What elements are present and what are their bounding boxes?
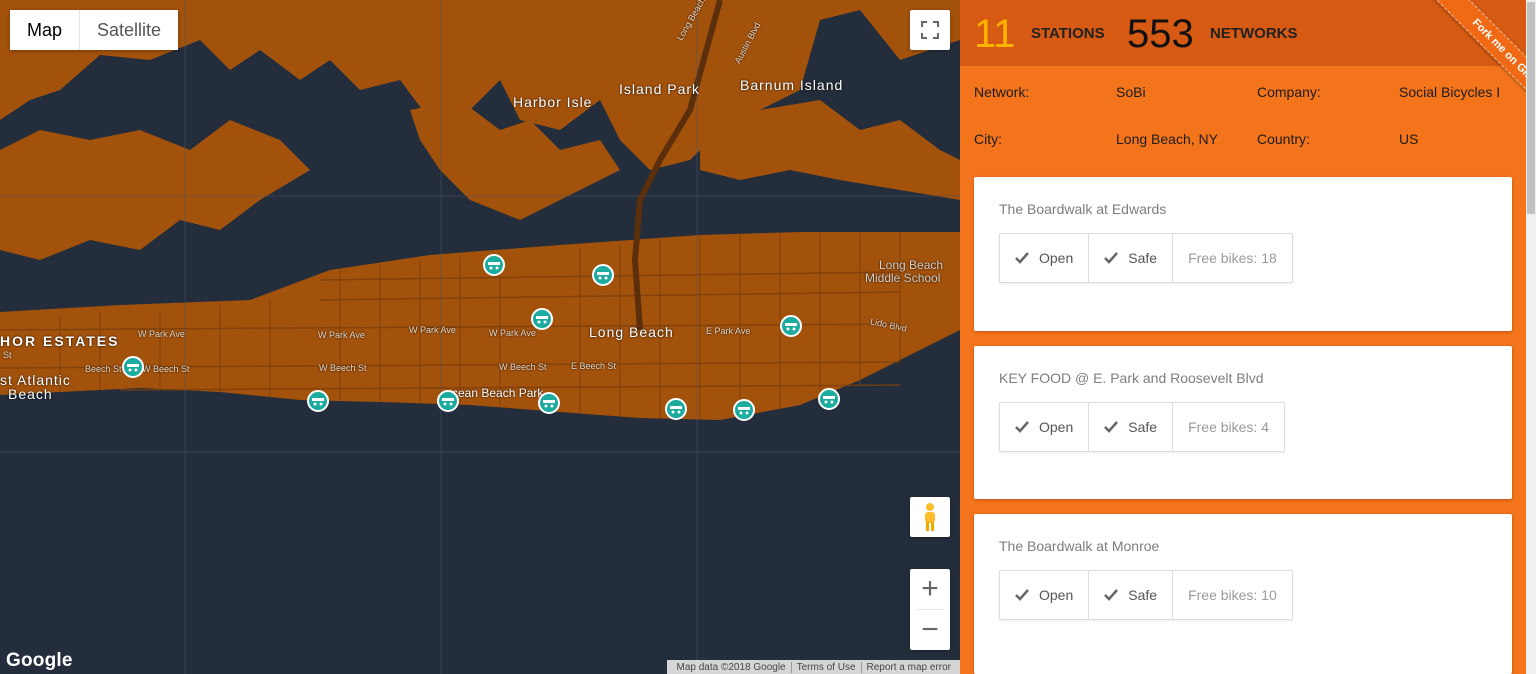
open-label: Open: [1039, 419, 1074, 435]
bike-station-icon[interactable]: [538, 392, 560, 414]
map-attribution: Map data ©2018 Google Terms of Use Repor…: [667, 660, 960, 674]
map-type-map-button[interactable]: Map: [10, 10, 81, 50]
station-status-chips: Open Safe Free bikes: 4: [999, 402, 1285, 452]
scrollbar-thumb[interactable]: [1527, 2, 1535, 214]
safe-chip: Safe: [1088, 571, 1172, 619]
map-label-school-line2: Middle School: [865, 271, 941, 285]
network-panel: 11 STATIONS 553 NETWORKS Network: SoBi C…: [960, 0, 1536, 674]
country-label: Country:: [1257, 131, 1310, 147]
safe-chip: Safe: [1088, 403, 1172, 451]
network-label: Network:: [974, 84, 1030, 100]
zoom-out-button[interactable]: −: [910, 610, 950, 650]
networks-count: 553: [1127, 12, 1194, 56]
bike-station-icon[interactable]: [437, 390, 459, 412]
map-data-credit: Map data ©2018 Google: [676, 661, 786, 673]
fork-me-on-github-ribbon[interactable]: Fork me on GitHub: [1433, 0, 1536, 132]
fullscreen-button[interactable]: [910, 10, 950, 50]
station-status-chips: Open Safe Free bikes: 18: [999, 233, 1293, 283]
google-logo: Google: [6, 650, 73, 671]
map-label-harbor-isle: Harbor Isle: [513, 94, 593, 110]
bike-station-icon[interactable]: [780, 315, 802, 337]
stations-count: 11: [974, 12, 1016, 56]
street-view-pegman-icon: [925, 503, 935, 531]
zoom-in-button[interactable]: +: [910, 569, 950, 609]
open-label: Open: [1039, 250, 1074, 266]
check-icon: [1104, 421, 1119, 433]
map-label-harbor-estates: HOR ESTATES: [0, 333, 120, 349]
street-label: W Beech St: [142, 364, 190, 374]
panel-scrollbar[interactable]: [1526, 0, 1536, 674]
city-value: Long Beach, NY: [1116, 131, 1218, 147]
bike-station-icon[interactable]: [483, 254, 505, 276]
networks-label: NETWORKS: [1210, 25, 1298, 42]
safe-label: Safe: [1128, 250, 1158, 266]
check-icon: [1104, 252, 1119, 264]
bike-station-icon[interactable]: [665, 398, 687, 420]
check-icon: [1104, 589, 1119, 601]
network-value: SoBi: [1116, 84, 1146, 100]
station-status-chips: Open Safe Free bikes: 10: [999, 570, 1293, 620]
fullscreen-icon: [921, 21, 939, 39]
bike-station-icon[interactable]: [733, 399, 755, 421]
open-chip: Open: [1000, 234, 1088, 282]
open-chip: Open: [1000, 571, 1088, 619]
free-bikes-chip: Free bikes: 18: [1172, 234, 1292, 282]
check-icon: [1015, 589, 1029, 601]
safe-label: Safe: [1128, 587, 1158, 603]
check-icon: [1015, 252, 1029, 264]
station-name: The Boardwalk at Monroe: [999, 538, 1160, 554]
city-label: City:: [974, 131, 1002, 147]
open-chip: Open: [1000, 403, 1088, 451]
map-label-ocean-beach-park: cean Beach Park: [452, 386, 544, 400]
map-label-barnum-island: Barnum Island: [740, 77, 844, 93]
station-card[interactable]: KEY FOOD @ E. Park and Roosevelt Blvd Op…: [974, 346, 1512, 499]
company-label: Company:: [1257, 84, 1321, 100]
bike-station-icon[interactable]: [818, 388, 840, 410]
github-ribbon-container: Fork me on GitHub: [1386, 0, 1536, 150]
map-label-east-atlantic-beach: Beach: [8, 386, 53, 402]
map-type-control: Map Satellite: [10, 10, 179, 50]
station-name: The Boardwalk at Edwards: [999, 201, 1167, 217]
map-label-long-beach: Long Beach: [589, 324, 674, 340]
street-label: W Park Ave: [138, 329, 185, 339]
street-label: W Beech St: [499, 362, 547, 372]
map-type-satellite-button[interactable]: Satellite: [80, 10, 179, 50]
street-label: E Beech St: [571, 361, 617, 371]
report-map-error-link[interactable]: Report a map error: [860, 661, 956, 673]
free-bikes-chip: Free bikes: 10: [1172, 571, 1292, 619]
bike-station-icon[interactable]: [592, 264, 614, 286]
zoom-control: + −: [910, 569, 950, 650]
street-label: St: [3, 350, 12, 360]
open-label: Open: [1039, 587, 1074, 603]
street-label: W Park Ave: [489, 328, 536, 338]
bike-station-icon[interactable]: [122, 356, 144, 378]
station-name: KEY FOOD @ E. Park and Roosevelt Blvd: [999, 370, 1264, 386]
map-view[interactable]: Harbor Isle Island Park Barnum Island Lo…: [0, 0, 960, 674]
station-card[interactable]: The Boardwalk at Monroe Open Safe Free b…: [974, 514, 1512, 674]
map-label-island-park: Island Park: [619, 81, 701, 97]
street-view-button[interactable]: [910, 497, 950, 537]
bike-station-icon[interactable]: [307, 390, 329, 412]
street-label: W Park Ave: [318, 330, 365, 340]
check-icon: [1015, 421, 1029, 433]
stations-label: STATIONS: [1031, 25, 1105, 42]
street-label: Beech St: [85, 364, 122, 374]
free-bikes-chip: Free bikes: 4: [1172, 403, 1284, 451]
safe-chip: Safe: [1088, 234, 1172, 282]
station-card[interactable]: The Boardwalk at Edwards Open Safe Free …: [974, 177, 1512, 331]
street-label: W Beech St: [319, 363, 367, 373]
street-label: W Park Ave: [409, 325, 456, 335]
street-label: E Park Ave: [706, 326, 751, 336]
terms-of-use-link[interactable]: Terms of Use: [790, 661, 861, 673]
safe-label: Safe: [1128, 419, 1158, 435]
bike-station-icon[interactable]: [531, 308, 553, 330]
